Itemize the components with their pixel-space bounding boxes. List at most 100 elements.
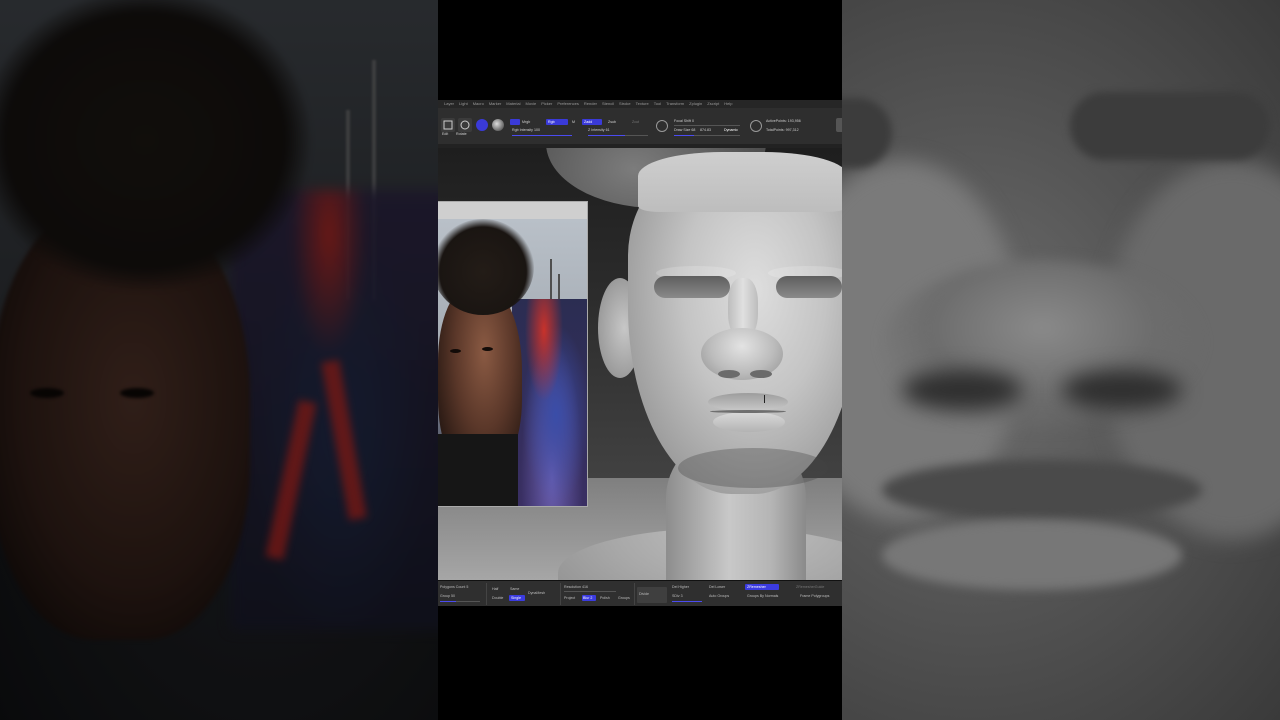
panel-dim-overlay bbox=[0, 0, 438, 720]
same-button[interactable]: Same bbox=[510, 587, 519, 592]
mrgb-label: Mrgb bbox=[522, 120, 531, 124]
divide-label: Divide bbox=[639, 592, 649, 596]
menu-render[interactable]: Render bbox=[584, 100, 597, 108]
z-intensity-slider[interactable]: Z Intensity 61 bbox=[588, 128, 610, 133]
draw-size-fill bbox=[674, 135, 694, 136]
resolution-slider[interactable]: Resolution 416 bbox=[564, 585, 588, 590]
z-intensity-fill bbox=[588, 135, 625, 136]
blurred-upper-lip bbox=[882, 460, 1202, 520]
blurred-eye-hole bbox=[1070, 92, 1270, 160]
project-button[interactable]: Project bbox=[564, 596, 575, 601]
sculpt-upper-lip bbox=[708, 393, 788, 411]
bottom-shelf: Polygons Count 5 Group 50 Half Double Sa… bbox=[438, 580, 842, 606]
menu-zscript[interactable]: Zscript bbox=[707, 100, 719, 108]
sdiv-slider[interactable]: SDiv 3 bbox=[672, 594, 683, 599]
reference-eye bbox=[482, 347, 493, 351]
half-button[interactable]: Half bbox=[492, 587, 498, 592]
rotate-icon[interactable] bbox=[458, 118, 472, 132]
rgb-intensity-slider[interactable]: Rgb Intensity 100 bbox=[512, 128, 540, 133]
draw-size-slider[interactable]: Draw Size 68 bbox=[674, 128, 695, 133]
menu-texture[interactable]: Texture bbox=[636, 100, 649, 108]
menu-zplugin[interactable]: Zplugin bbox=[689, 100, 702, 108]
sculpt-nostril bbox=[750, 370, 772, 378]
polygroups-count[interactable]: Polygons Count 5 bbox=[440, 585, 468, 590]
menu-light[interactable]: Light bbox=[459, 100, 468, 108]
menu-stencil[interactable]: Stencil bbox=[602, 100, 614, 108]
blurred-lower-lip bbox=[882, 520, 1182, 590]
reference-eye bbox=[450, 349, 461, 353]
menu-material[interactable]: Material bbox=[506, 100, 520, 108]
dynamesh-button[interactable]: DynaMesh bbox=[528, 591, 545, 596]
active-points-readout: ActivePoints: 193,956 bbox=[766, 119, 801, 123]
auto-groups-button[interactable]: Auto Groups bbox=[709, 594, 729, 599]
zsub-label[interactable]: Zsub bbox=[608, 120, 616, 125]
reference-image bbox=[438, 219, 587, 506]
blurred-sculpt-panel-right bbox=[842, 0, 1280, 720]
dynamic-toggle[interactable]: Dynamic bbox=[724, 128, 738, 133]
edit-label: Edit bbox=[442, 132, 449, 136]
sculpt-mouth-line bbox=[710, 410, 786, 413]
zremesher-guide-button[interactable]: ZRemesherGuide bbox=[796, 585, 824, 590]
double-button[interactable]: Double bbox=[492, 596, 503, 601]
shelf-divider bbox=[560, 583, 561, 605]
polish-button[interactable]: Polish bbox=[600, 596, 610, 601]
blur-label: Blur 2 bbox=[583, 596, 593, 600]
total-points-readout: TotalPoints: 997,312 bbox=[766, 128, 799, 132]
menu-macro[interactable]: Macro bbox=[473, 100, 484, 108]
menu-transform[interactable]: Transform bbox=[666, 100, 684, 108]
blurred-reference-panel-left bbox=[0, 0, 438, 720]
shelf-divider bbox=[634, 583, 635, 605]
single-label: Single bbox=[511, 596, 521, 600]
shelf-divider bbox=[486, 583, 487, 605]
focal-shift-track[interactable] bbox=[674, 125, 740, 126]
material-sphere-icon[interactable] bbox=[476, 119, 488, 131]
blurred-nostril bbox=[1062, 370, 1182, 410]
groups-by-normals-button[interactable]: Groups By Normals bbox=[747, 594, 778, 599]
edit-icon[interactable] bbox=[441, 118, 455, 132]
menu-layer[interactable]: Layer bbox=[444, 100, 454, 108]
viewport-canvas[interactable] bbox=[438, 148, 842, 580]
sculpt-nostril bbox=[718, 370, 740, 378]
focal-shift-dial-icon[interactable] bbox=[656, 120, 668, 132]
frame-polygroups-button[interactable]: Frame Polygroups bbox=[800, 594, 829, 599]
group-slider[interactable]: Group 50 bbox=[440, 594, 455, 599]
rotate-label: Rotate bbox=[456, 132, 467, 136]
group-slider-fill bbox=[440, 601, 456, 602]
reference-image-card[interactable] bbox=[438, 202, 587, 506]
del-lower-button[interactable]: Del Lower bbox=[709, 585, 725, 590]
reference-hero-figure bbox=[512, 299, 587, 506]
menu-picker[interactable]: Picker bbox=[541, 100, 552, 108]
draw-size-extra: 874.83 bbox=[700, 128, 711, 132]
menu-tool[interactable]: Tool bbox=[654, 100, 661, 108]
mrgb-toggle[interactable] bbox=[510, 119, 520, 125]
sculpt-lower-lip bbox=[713, 412, 785, 432]
blurred-nostril bbox=[902, 370, 1022, 410]
menu-preferences[interactable]: Preferences bbox=[557, 100, 579, 108]
rgb-label: Rgb bbox=[548, 120, 555, 124]
zadd-label: Zadd bbox=[584, 120, 593, 124]
zbrush-window: Layer Light Macro Marker Material Movie … bbox=[438, 100, 842, 606]
rgb-intensity-fill bbox=[512, 135, 572, 136]
blurred-eye-hole bbox=[842, 98, 892, 168]
texture-sphere-icon[interactable] bbox=[492, 119, 504, 131]
sculpt-eye-socket bbox=[776, 276, 842, 298]
groups-button[interactable]: Groups bbox=[618, 596, 630, 601]
reference-shirt bbox=[438, 434, 518, 506]
menu-stroke[interactable]: Stroke bbox=[619, 100, 631, 108]
sculpt-jaw-shadow bbox=[678, 448, 828, 488]
del-higher-button[interactable]: Del Higher bbox=[672, 585, 689, 590]
resolution-track[interactable] bbox=[564, 591, 616, 592]
menu-movie[interactable]: Movie bbox=[526, 100, 537, 108]
sdiv-fill bbox=[672, 601, 702, 602]
menu-marker[interactable]: Marker bbox=[489, 100, 501, 108]
brush-cursor bbox=[764, 395, 765, 403]
menu-help[interactable]: Help bbox=[724, 100, 732, 108]
m-label: M bbox=[572, 120, 575, 124]
sculpt-head-top bbox=[638, 152, 842, 212]
zcut-label[interactable]: Zcut bbox=[632, 120, 639, 125]
toolbar-overflow[interactable] bbox=[836, 118, 842, 132]
sculpt-eye-socket bbox=[654, 276, 730, 298]
zremesher-label: ZRemesher bbox=[747, 585, 766, 589]
focal-shift-slider[interactable]: Focal Shift 0 bbox=[674, 119, 694, 124]
draw-size-dial-icon[interactable] bbox=[750, 120, 762, 132]
